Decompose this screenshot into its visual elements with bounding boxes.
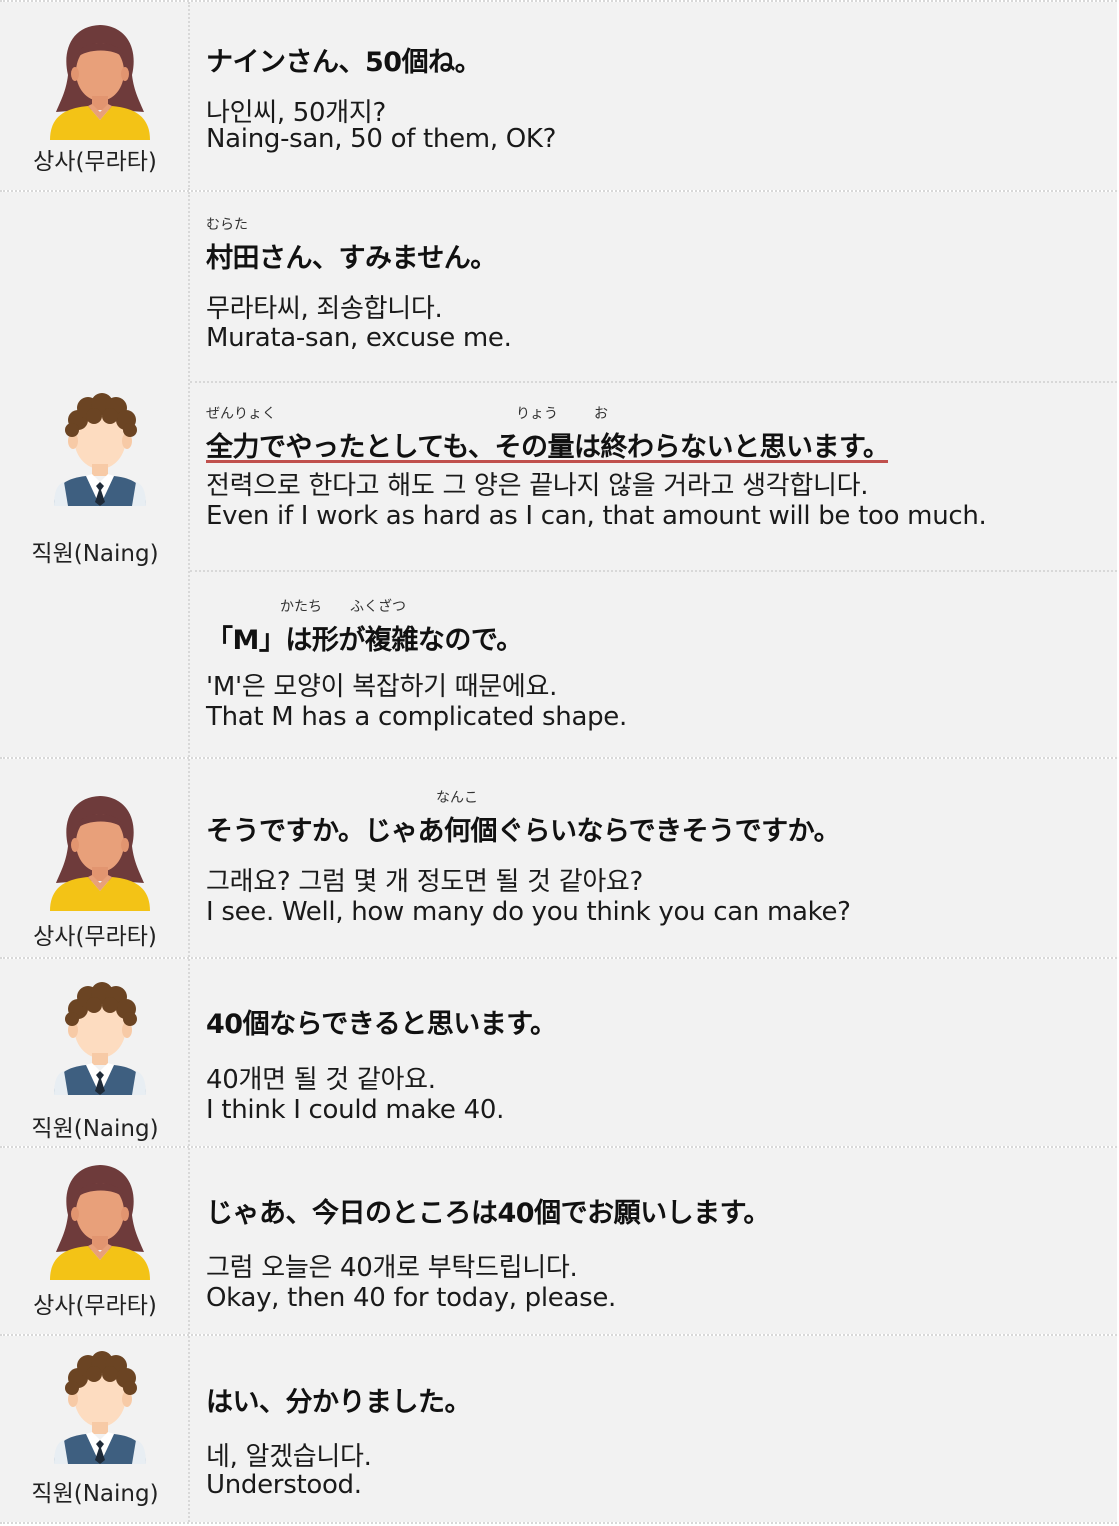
speaker-panel: 상사(무라타) — [0, 2, 190, 190]
speaker-panel: 직원(Naing) — [0, 192, 190, 757]
english-line: Understood. — [206, 1470, 362, 1500]
speaker-panel: 직원(Naing) — [0, 1336, 190, 1522]
japanese-line: 村田さん、すみません。 — [206, 243, 497, 274]
english-line: I think I could make 40. — [206, 1095, 505, 1125]
utterance-group: むらた 村田さん、すみません。 무라타씨, 죄송합니다. Murata-san,… — [190, 192, 1117, 757]
speaker-name: 상사(무라타) — [33, 149, 157, 175]
japanese-line: じゃあ、今日のところは40個でお願いします。 — [206, 1198, 770, 1229]
japanese-line: ナインさん、50個ね。 — [206, 47, 482, 78]
speaker-panel: 상사(무라타) — [0, 1148, 190, 1334]
dialogue-sheet: 상사(무라타) ナインさん、50個ね。 나인씨, 50개지? Naing-san… — [0, 0, 1119, 1526]
furigana: お — [594, 406, 608, 422]
utterance-group: はい、分かりました。 네, 알겠습니다. Understood. — [190, 1336, 1117, 1522]
highlight-underline — [206, 460, 888, 463]
dialogue-turn: 상사(무라타) ナインさん、50個ね。 나인씨, 50개지? Naing-san… — [0, 0, 1117, 190]
speaker-name: 직원(Naing) — [31, 541, 159, 567]
speaker-panel: 직원(Naing) — [0, 959, 190, 1146]
speaker-panel: 상사(무라타) — [0, 759, 190, 957]
english-line: That M has a complicated shape. — [206, 702, 627, 732]
english-line: Naing-san, 50 of them, OK? — [206, 124, 557, 154]
speaker-name: 상사(무라타) — [33, 1293, 157, 1319]
speaker-name: 직원(Naing) — [31, 1116, 159, 1142]
utterance: ナインさん、50個ね。 나인씨, 50개지? Naing-san, 50 of … — [190, 2, 1117, 190]
furigana: ふくざつ — [350, 599, 406, 615]
utterance-group: なんこ そうですか。じゃあ何個ぐらいならできそうですか。 그래요? 그럼 몇 개… — [190, 759, 1117, 957]
utterance: はい、分かりました。 네, 알겠습니다. Understood. — [190, 1336, 1117, 1522]
utterance: なんこ そうですか。じゃあ何個ぐらいならできそうですか。 그래요? 그럼 몇 개… — [190, 759, 1117, 957]
japanese-line: はい、分かりました。 — [206, 1387, 472, 1418]
speaker-name: 직원(Naing) — [31, 1481, 159, 1507]
korean-line: 그래요? 그럼 몇 개 정도면 될 것 같아요? — [206, 867, 644, 897]
dialogue-turn: 직원(Naing) 40個ならできると思います。 40개면 될 것 같아요. I… — [0, 957, 1117, 1146]
korean-line: 전력으로 한다고 해도 그 양은 끝나지 않을 거라고 생각합니다. — [206, 471, 869, 501]
english-line: I see. Well, how many do you think you c… — [206, 897, 851, 927]
furigana: ぜんりょく — [206, 406, 276, 422]
male-avatar-icon — [48, 975, 152, 1095]
korean-line: 무라타씨, 죄송합니다. — [206, 294, 443, 324]
korean-line: 네, 알겠습니다. — [206, 1442, 372, 1472]
japanese-line: 「M」は形が複雑なので。 — [206, 625, 523, 656]
korean-line: 'M'은 모양이 복잡하기 때문에요. — [206, 672, 558, 702]
female-avatar-icon — [48, 791, 152, 911]
speaker-name: 상사(무라타) — [33, 924, 157, 950]
female-avatar-icon — [48, 20, 152, 140]
furigana: りょう — [516, 406, 558, 422]
utterance: かたち ふくざつ 「M」は形が複雑なので。 'M'은 모양이 복잡하기 때문에요… — [190, 570, 1117, 757]
female-avatar-icon — [48, 1160, 152, 1280]
male-avatar-icon — [48, 1344, 152, 1464]
utterance: じゃあ、今日のところは40個でお願いします。 그럼 오늘은 40개로 부탁드립니… — [190, 1148, 1117, 1334]
korean-line: 그럼 오늘은 40개로 부탁드립니다. — [206, 1253, 578, 1283]
dialogue-turn: 상사(무라타) なんこ そうですか。じゃあ何個ぐらいならできそうですか。 그래요… — [0, 757, 1117, 957]
utterance-group: ナインさん、50個ね。 나인씨, 50개지? Naing-san, 50 of … — [190, 2, 1117, 190]
dialogue-turn: 상사(무라타) じゃあ、今日のところは40個でお願いします。 그럼 오늘은 40… — [0, 1146, 1117, 1334]
dialogue-turn: 직원(Naing) むらた 村田さん、すみません。 무라타씨, 죄송합니다. M… — [0, 190, 1117, 757]
korean-line: 40개면 될 것 같아요. — [206, 1065, 436, 1095]
furigana: かたち — [280, 599, 322, 615]
furigana: むらた — [206, 217, 248, 233]
japanese-line: 全力でやったとしても、その量は終わらないと思います。 — [206, 432, 890, 463]
japanese-line: 40個ならできると思います。 — [206, 1009, 557, 1040]
english-line: Even if I work as hard as I can, that am… — [206, 501, 987, 531]
english-line: Murata-san, excuse me. — [206, 323, 512, 353]
utterance-group: じゃあ、今日のところは40個でお願いします。 그럼 오늘은 40개로 부탁드립니… — [190, 1148, 1117, 1334]
male-avatar-icon — [48, 386, 152, 506]
utterance: むらた 村田さん、すみません。 무라타씨, 죄송합니다. Murata-san,… — [190, 192, 1117, 381]
utterance-group: 40個ならできると思います。 40개면 될 것 같아요. I think I c… — [190, 959, 1117, 1146]
japanese-line: そうですか。じゃあ何個ぐらいならできそうですか。 — [206, 816, 841, 847]
utterance: ぜんりょく りょう お 全力でやったとしても、その量は終わらないと思います。 전… — [190, 381, 1117, 570]
dialogue-turn: 직원(Naing) はい、分かりました。 네, 알겠습니다. Understoo… — [0, 1334, 1117, 1524]
furigana: なんこ — [436, 790, 478, 806]
english-line: Okay, then 40 for today, please. — [206, 1283, 617, 1313]
utterance: 40個ならできると思います。 40개면 될 것 같아요. I think I c… — [190, 959, 1117, 1146]
